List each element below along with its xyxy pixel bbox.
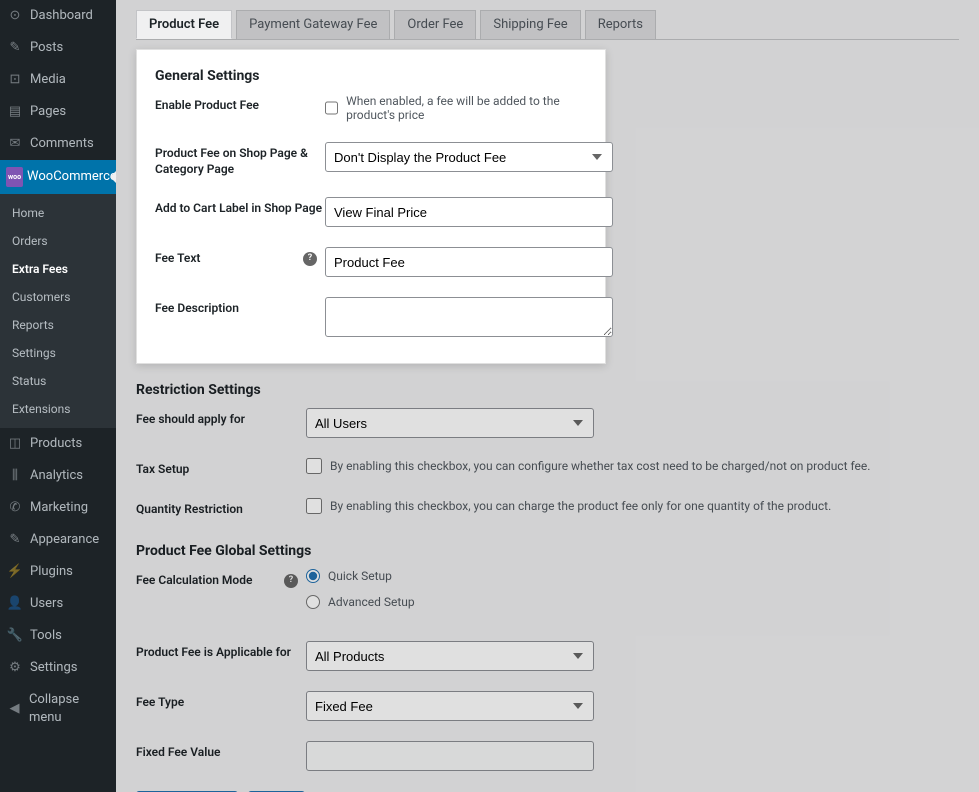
comment-icon: ✉ (6, 135, 24, 153)
enable-product-fee-checkbox[interactable] (325, 100, 338, 116)
main-content: Product Fee Payment Gateway Fee Order Fe… (116, 0, 979, 792)
menu-label: Media (30, 71, 66, 89)
menu-marketing[interactable]: ✆ Marketing (0, 492, 116, 524)
pin-icon: ✎ (6, 39, 24, 57)
tab-product-fee[interactable]: Product Fee (136, 10, 232, 39)
submenu-home[interactable]: Home (0, 199, 116, 227)
menu-tools[interactable]: 🔧 Tools (0, 620, 116, 652)
menu-appearance[interactable]: ✎ Appearance (0, 524, 116, 556)
menu-label: Marketing (30, 499, 88, 517)
general-settings-panel: General Settings Enable Product Fee When… (136, 49, 606, 364)
submenu-status[interactable]: Status (0, 367, 116, 395)
megaphone-icon: ✆ (6, 499, 24, 517)
submenu-customers[interactable]: Customers (0, 283, 116, 311)
menu-label: Tools (30, 627, 62, 645)
submenu-extensions[interactable]: Extensions (0, 395, 116, 423)
menu-comments[interactable]: ✉ Comments (0, 128, 116, 160)
menu-posts[interactable]: ✎ Posts (0, 32, 116, 64)
collapse-icon: ◀ (6, 700, 23, 718)
menu-users[interactable]: 👤 Users (0, 588, 116, 620)
display-shop-label: Product Fee on Shop Page & Category Page (155, 142, 325, 177)
submenu-reports[interactable]: Reports (0, 311, 116, 339)
menu-label: Posts (30, 39, 63, 57)
wrench-icon: 🔧 (6, 627, 24, 645)
menu-label: Settings (30, 659, 77, 677)
menu-pages[interactable]: ▤ Pages (0, 96, 116, 128)
woocommerce-submenu: Home Orders Extra Fees Customers Reports… (0, 194, 116, 428)
menu-label: Analytics (30, 467, 83, 485)
pages-icon: ▤ (6, 103, 24, 121)
menu-woocommerce[interactable]: woo WooCommerce (0, 160, 116, 194)
submenu-settings[interactable]: Settings (0, 339, 116, 367)
menu-plugins[interactable]: ⚡ Plugins (0, 556, 116, 588)
enable-product-fee-desc: When enabled, a fee will be added to the… (346, 94, 587, 122)
user-icon: 👤 (6, 595, 24, 613)
gear-icon: ⚙ (6, 659, 24, 677)
woo-icon: woo (6, 167, 23, 187)
brush-icon: ✎ (6, 531, 24, 549)
enable-product-fee-label: Enable Product Fee (155, 94, 325, 114)
cart-label-input[interactable] (325, 197, 613, 227)
menu-products[interactable]: ◫ Products (0, 428, 116, 460)
cart-label-label: Add to Cart Label in Shop Page (155, 197, 325, 217)
admin-sidebar: ⊙ Dashboard ✎ Posts ⊡ Media ▤ Pages ✉ Co… (0, 0, 116, 792)
fee-desc-label: Fee Description (155, 297, 325, 317)
menu-label: Collapse menu (29, 691, 110, 727)
help-icon[interactable]: ? (303, 252, 317, 266)
menu-label: WooCommerce (27, 168, 117, 186)
menu-label: Dashboard (30, 7, 93, 25)
products-icon: ◫ (6, 435, 24, 453)
menu-dashboard[interactable]: ⊙ Dashboard (0, 0, 116, 32)
media-icon: ⊡ (6, 71, 24, 89)
submenu-orders[interactable]: Orders (0, 227, 116, 255)
menu-settings[interactable]: ⚙ Settings (0, 652, 116, 684)
menu-label: Comments (30, 135, 94, 153)
fee-text-input[interactable] (325, 247, 613, 277)
menu-label: Pages (30, 103, 66, 121)
analytics-icon: ⫼ (6, 467, 24, 485)
menu-analytics[interactable]: ⫼ Analytics (0, 460, 116, 492)
dashboard-icon: ⊙ (6, 7, 24, 25)
fee-text-label: Fee Text (155, 251, 200, 267)
general-settings-heading: General Settings (155, 62, 587, 94)
fee-desc-textarea[interactable] (325, 297, 613, 337)
menu-label: Plugins (30, 563, 73, 581)
menu-label: Appearance (30, 531, 99, 549)
submenu-extra-fees[interactable]: Extra Fees (0, 255, 116, 283)
menu-media[interactable]: ⊡ Media (0, 64, 116, 96)
menu-label: Users (30, 595, 63, 613)
plug-icon: ⚡ (6, 563, 24, 581)
menu-collapse[interactable]: ◀ Collapse menu (0, 684, 116, 734)
menu-label: Products (30, 435, 82, 453)
display-shop-select[interactable]: Don't Display the Product Fee (325, 142, 613, 172)
